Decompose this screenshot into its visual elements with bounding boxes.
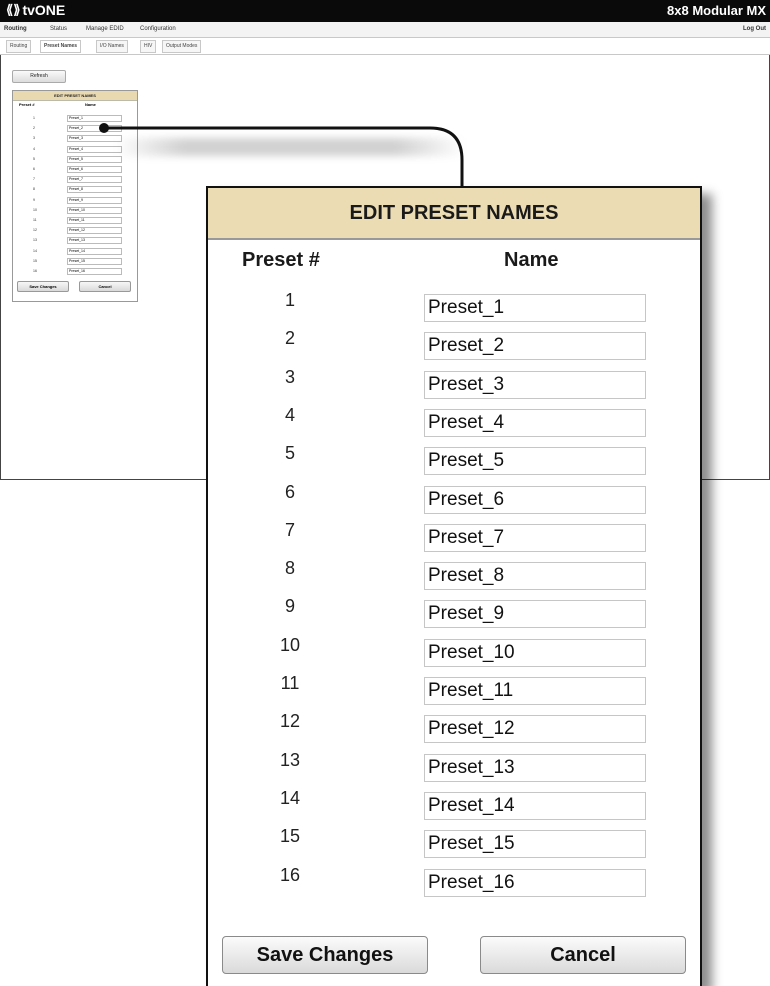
preset-number: 8 bbox=[284, 558, 295, 579]
preset-number: 4 bbox=[284, 404, 295, 425]
preset-name-input[interactable]: Preset_5 bbox=[424, 447, 646, 476]
preset-number: 16 bbox=[279, 864, 301, 885]
save-changes-button[interactable]: Save Changes bbox=[222, 936, 428, 974]
preset-name-input[interactable]: Preset_13 bbox=[424, 753, 646, 782]
preset-number: 14 bbox=[279, 787, 301, 808]
preset-number: 2 bbox=[284, 328, 295, 349]
preset-number: 9 bbox=[284, 596, 295, 617]
column-header-preset-number: Preset # bbox=[242, 249, 320, 271]
preset-number: 3 bbox=[284, 366, 295, 387]
preset-name-input[interactable]: Preset_6 bbox=[424, 485, 646, 514]
preset-number: 6 bbox=[284, 481, 295, 502]
preset-name-input[interactable]: Preset_1 bbox=[424, 294, 646, 322]
preset-name-input[interactable]: Preset_12 bbox=[424, 715, 646, 744]
preset-number: 11 bbox=[280, 673, 300, 693]
panel-title: EDIT PRESET NAMES bbox=[208, 188, 700, 240]
preset-name-input[interactable]: Preset_3 bbox=[424, 370, 646, 399]
preset-number: 7 bbox=[284, 519, 295, 540]
preset-name-input[interactable]: Preset_16 bbox=[424, 868, 646, 897]
preset-number: 5 bbox=[284, 443, 295, 464]
preset-number: 1 bbox=[284, 290, 295, 310]
edit-preset-names-panel: EDIT PRESET NAMES Preset # Name 1 Preset_… bbox=[206, 186, 702, 986]
preset-name-input[interactable]: Preset_15 bbox=[424, 830, 646, 859]
preset-number: 12 bbox=[279, 711, 301, 732]
preset-name-input[interactable]: Preset_4 bbox=[424, 408, 646, 437]
preset-name-input[interactable]: Preset_10 bbox=[424, 638, 646, 667]
preset-name-input[interactable]: Preset_9 bbox=[424, 600, 646, 629]
cancel-button[interactable]: Cancel bbox=[480, 936, 686, 974]
preset-name-input[interactable]: Preset_14 bbox=[424, 791, 646, 820]
preset-name-input[interactable]: Preset_7 bbox=[424, 523, 646, 552]
preset-number: 13 bbox=[279, 749, 301, 770]
preset-name-input[interactable]: Preset_8 bbox=[424, 562, 646, 591]
preset-number: 15 bbox=[279, 826, 301, 847]
preset-name-input[interactable]: Preset_2 bbox=[424, 332, 646, 361]
preset-name-input[interactable]: Preset_11 bbox=[424, 677, 646, 705]
preset-number: 10 bbox=[279, 634, 301, 655]
column-header-name: Name bbox=[504, 249, 559, 271]
